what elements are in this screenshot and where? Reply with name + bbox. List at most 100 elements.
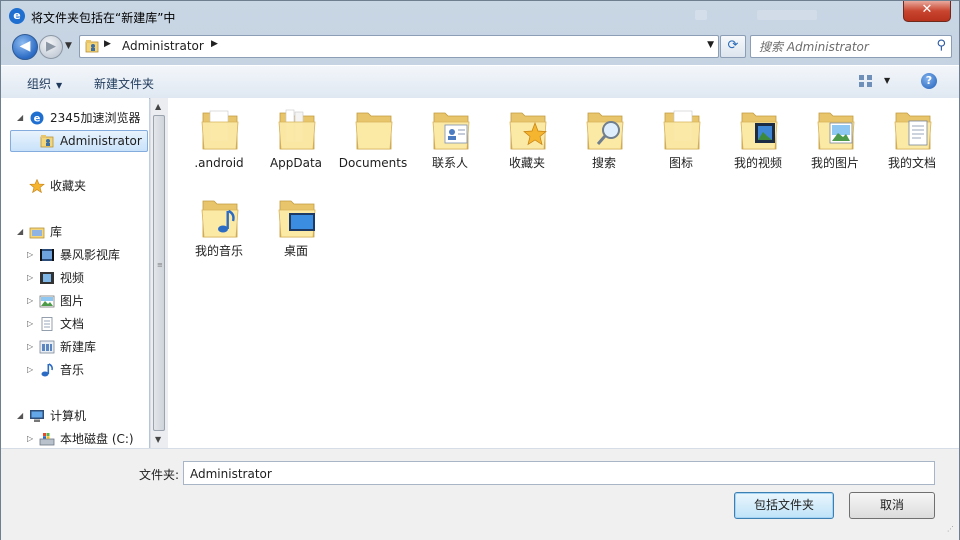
cancel-button[interactable]: 取消	[849, 492, 935, 519]
folder-field-label: 文件夹:	[139, 468, 180, 482]
folder-item[interactable]: 桌面	[258, 186, 334, 272]
nav-item-local-disk-c[interactable]: ▷ 本地磁盘 (C:)	[27, 429, 147, 448]
pictures-folder-icon	[817, 112, 855, 150]
folder-item[interactable]: Documents	[335, 98, 411, 184]
nav-item-music[interactable]: ▷ 音乐	[27, 360, 147, 380]
search-box[interactable]: ⚲	[750, 35, 952, 58]
recent-pages-dropdown[interactable]: ▼	[65, 41, 72, 51]
dialog-footer: 文件夹: 包括文件夹 取消 ⋰	[1, 448, 959, 540]
folder-icon	[278, 109, 316, 150]
folder-label: 我的图片	[810, 156, 859, 170]
folder-item[interactable]: 联系人	[412, 98, 488, 184]
folder-label: Documents	[338, 156, 408, 170]
folder-item[interactable]: AppData	[258, 98, 334, 184]
nav-item-administrator[interactable]: Administrator	[10, 130, 148, 152]
folder-item[interactable]: 我的视频	[720, 98, 796, 184]
organize-button[interactable]: 组织 ▼	[27, 75, 62, 92]
folder-item[interactable]: 我的音乐	[181, 186, 257, 272]
browser-icon: e	[29, 111, 45, 125]
videos-folder-icon	[740, 112, 778, 150]
folder-item[interactable]: 我的文档	[874, 98, 950, 184]
nav-item-browser[interactable]: ◢ e 2345加速浏览器	[17, 108, 147, 128]
folder-item[interactable]: .android	[181, 98, 257, 184]
folder-view[interactable]: .android AppData Documents 联系人 收藏夹 搜索 图标…	[168, 98, 959, 448]
nav-label: 2345加速浏览器	[50, 111, 141, 125]
folder-item[interactable]: 收藏夹	[489, 98, 565, 184]
expand-triangle-icon[interactable]: ▷	[27, 429, 37, 448]
nav-item-pictures[interactable]: ▷ 图片	[27, 291, 147, 311]
folder-label: 图标	[668, 156, 693, 170]
nav-item-libraries[interactable]: ◢ 库	[17, 222, 147, 242]
favorites-folder-icon	[509, 112, 547, 150]
expand-triangle-icon[interactable]: ◢	[17, 108, 27, 128]
documents-folder-icon	[894, 112, 932, 150]
folder-label: 搜索	[591, 156, 616, 170]
browser-icon: e	[9, 8, 25, 24]
back-button[interactable]: ◀	[12, 34, 38, 60]
folder-label: 桌面	[283, 244, 308, 258]
nav-item-computer[interactable]: ◢ 计算机	[17, 406, 147, 426]
expand-triangle-icon[interactable]: ◢	[17, 406, 27, 426]
search-input[interactable]	[757, 38, 929, 56]
breadcrumb-separator[interactable]: ▶	[211, 39, 218, 49]
nav-item-favorites[interactable]: 收藏夹	[17, 176, 147, 196]
expand-triangle-icon[interactable]: ▷	[27, 245, 37, 265]
forward-button[interactable]: ▶	[39, 35, 63, 59]
expand-triangle-icon[interactable]: ◢	[17, 222, 27, 242]
resize-grip-icon[interactable]: ⋰	[947, 526, 957, 538]
svg-text:e: e	[34, 114, 41, 125]
expand-triangle-icon[interactable]: ▷	[27, 291, 37, 311]
refresh-button[interactable]: ⟳	[720, 35, 746, 58]
desktop-folder-icon	[278, 200, 316, 238]
star-icon	[29, 178, 45, 194]
nav-label: 图片	[60, 294, 85, 308]
nav-label: 暴风影视库	[60, 248, 121, 262]
expand-triangle-icon[interactable]: ▷	[27, 314, 37, 334]
title-reflection	[695, 10, 707, 20]
title-reflection	[757, 10, 817, 20]
folder-label: 我的音乐	[194, 244, 243, 258]
breadcrumb-administrator[interactable]: Administrator	[122, 39, 204, 53]
folder-input[interactable]	[188, 465, 892, 483]
address-bar[interactable]: ▶ Administrator ▶ ▼	[79, 35, 719, 58]
navpane-scrollbar[interactable]: ▲ ≡ ▼	[150, 98, 168, 448]
folder-label: AppData	[269, 156, 323, 170]
breadcrumb-separator[interactable]: ▶	[104, 39, 111, 49]
music-folder-icon	[201, 200, 239, 238]
nav-label: 音乐	[60, 363, 85, 377]
nav-label: Administrator	[60, 134, 142, 148]
folder-icon	[663, 110, 701, 150]
contacts-folder-icon	[432, 112, 470, 150]
user-folder-icon	[39, 134, 55, 148]
include-folder-button[interactable]: 包括文件夹	[734, 492, 834, 519]
folder-item[interactable]: 图标	[643, 98, 719, 184]
view-options-icon[interactable]	[858, 74, 874, 88]
close-button[interactable]: ✕	[903, 1, 951, 22]
folder-icon	[355, 112, 393, 150]
address-dropdown[interactable]: ▼	[707, 40, 714, 50]
expand-triangle-icon[interactable]: ▷	[27, 360, 37, 380]
expand-triangle-icon[interactable]: ▷	[27, 268, 37, 288]
nav-item-videos[interactable]: ▷ 视频	[27, 268, 147, 288]
folder-item[interactable]: 搜索	[566, 98, 642, 184]
picture-icon	[39, 294, 55, 308]
nav-item-documents[interactable]: ▷ 文档	[27, 314, 147, 334]
scrollbar-thumb[interactable]: ≡	[153, 115, 165, 431]
new-folder-button[interactable]: 新建文件夹	[94, 75, 154, 92]
folder-label: 联系人	[431, 156, 468, 170]
search-icon[interactable]: ⚲	[936, 38, 946, 53]
folder-item[interactable]: 我的图片	[797, 98, 873, 184]
chevron-down-icon[interactable]: ▼	[884, 76, 890, 85]
scroll-down-arrow-icon[interactable]: ▼	[155, 435, 161, 444]
search-folder-icon	[586, 112, 624, 150]
nav-item-new-library[interactable]: ▷ 新建库	[27, 337, 147, 357]
scroll-up-arrow-icon[interactable]: ▲	[155, 102, 161, 111]
expand-triangle-icon[interactable]: ▷	[27, 337, 37, 357]
organize-label: 组织	[27, 77, 52, 91]
nav-item-baofeng[interactable]: ▷ 暴风影视库	[27, 245, 147, 265]
folder-field[interactable]	[183, 461, 935, 485]
nav-label: 新建库	[60, 340, 97, 354]
command-bar: 组织 ▼ 新建文件夹 ▼ ?	[1, 65, 959, 99]
help-icon[interactable]: ?	[921, 73, 937, 89]
video-library-icon	[39, 248, 55, 262]
